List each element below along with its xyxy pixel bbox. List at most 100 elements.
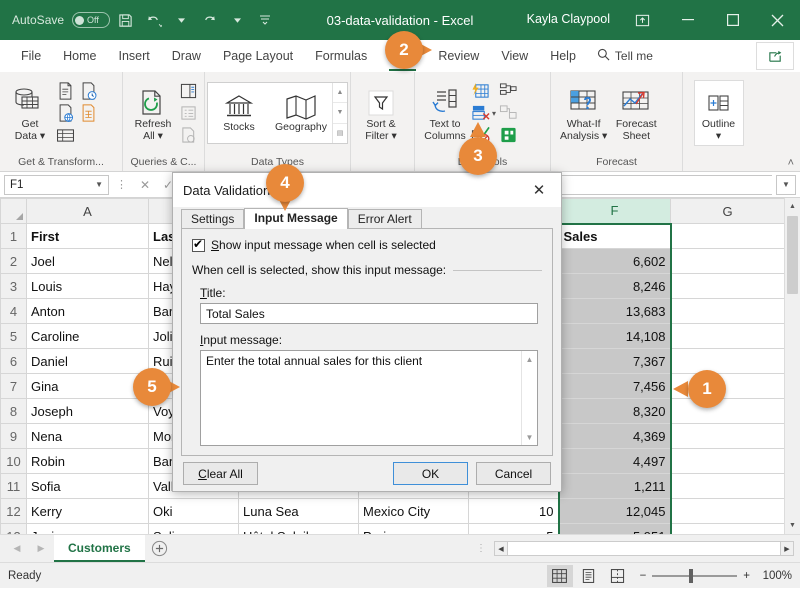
row-header-12[interactable]: 12 (1, 499, 27, 524)
clear-all-button[interactable]: Clear All (183, 462, 258, 485)
undo-icon[interactable] (140, 7, 166, 33)
row-header-9[interactable]: 9 (1, 424, 27, 449)
cell-F3[interactable]: 8,246 (559, 274, 671, 299)
redo-dropdown-icon[interactable] (224, 7, 250, 33)
tab-formulas[interactable]: Formulas (304, 40, 378, 72)
textarea-scroll-track[interactable] (522, 367, 537, 429)
page-break-preview-icon[interactable] (605, 565, 631, 587)
cell-A5[interactable]: Caroline (27, 324, 149, 349)
cell-E13[interactable]: 5 (469, 524, 559, 535)
cell-F5[interactable]: 14,108 (559, 324, 671, 349)
row-header-2[interactable]: 2 (1, 249, 27, 274)
input-message-textarea[interactable]: Enter the total annual sales for this cl… (200, 350, 538, 446)
zoom-level[interactable]: 100% (756, 570, 792, 582)
queries-connections-icon[interactable] (178, 81, 198, 101)
zoom-slider-knob[interactable] (689, 569, 693, 583)
row-header-10[interactable]: 10 (1, 449, 27, 474)
consolidate-icon[interactable] (498, 81, 518, 101)
cell-G9[interactable] (671, 424, 785, 449)
from-text-csv-icon[interactable] (55, 81, 75, 101)
from-web-icon[interactable] (55, 103, 75, 123)
outline-button[interactable]: Outline ▾ (694, 80, 744, 146)
horizontal-scrollbar[interactable]: ◀ ▶ (494, 541, 794, 556)
cell-D13[interactable]: Paris (359, 524, 469, 535)
cell-G10[interactable] (671, 449, 785, 474)
data-validation-dropdown[interactable]: ▾ (490, 109, 498, 118)
cell-F10[interactable]: 4,497 (559, 449, 671, 474)
cell-A10[interactable]: Robin (27, 449, 149, 474)
save-icon[interactable] (112, 7, 138, 33)
cell-F6[interactable]: 7,367 (559, 349, 671, 374)
remove-duplicates-icon[interactable] (470, 103, 490, 123)
tab-file[interactable]: File (10, 40, 52, 72)
tab-split-handle[interactable]: ⋮ (470, 543, 492, 554)
share-button[interactable] (756, 42, 794, 70)
cell-A9[interactable]: Nena (27, 424, 149, 449)
scroll-right-icon[interactable]: ▶ (780, 541, 794, 556)
cell-G13[interactable] (671, 524, 785, 535)
refresh-all-button[interactable]: Refresh All ▾ (128, 82, 178, 144)
tab-page-layout[interactable]: Page Layout (212, 40, 304, 72)
row-header-13[interactable]: 13 (1, 524, 27, 535)
show-input-message-checkbox[interactable] (192, 239, 205, 252)
get-data-button[interactable]: Get Data ▾ (5, 82, 55, 144)
row-header-7[interactable]: 7 (1, 374, 27, 399)
cell-G3[interactable] (671, 274, 785, 299)
vertical-scrollbar[interactable]: ▲ ▼ (784, 198, 800, 534)
normal-view-icon[interactable] (547, 565, 573, 587)
stocks-button[interactable]: Stocks (208, 83, 270, 143)
zoom-out-icon[interactable]: − (640, 570, 647, 582)
cell-A6[interactable]: Daniel (27, 349, 149, 374)
show-input-message-checkbox-row[interactable]: Show input message when cell is selected (192, 238, 542, 252)
gallery-scroll-up-icon[interactable]: ▲ (333, 83, 347, 102)
cell-C12[interactable]: Luna Sea (239, 499, 359, 524)
cell-A2[interactable]: Joel (27, 249, 149, 274)
expand-formula-bar-icon[interactable]: ▼ (776, 175, 796, 195)
flash-fill-icon[interactable] (470, 81, 490, 101)
tab-draw[interactable]: Draw (161, 40, 212, 72)
tab-help[interactable]: Help (539, 40, 587, 72)
cell-A8[interactable]: Joseph (27, 399, 149, 424)
cell-G2[interactable] (671, 249, 785, 274)
next-sheet-icon[interactable]: ▶ (30, 538, 52, 560)
tab-view[interactable]: View (490, 40, 539, 72)
forecast-sheet-button[interactable]: Forecast Sheet (611, 82, 661, 144)
cell-G5[interactable] (671, 324, 785, 349)
cancel-button[interactable]: Cancel (476, 462, 551, 485)
dialog-tab-settings[interactable]: Settings (181, 209, 244, 229)
zoom-control[interactable]: − + 100% (640, 570, 792, 582)
dialog-close-icon[interactable]: ✕ (517, 173, 561, 207)
column-header-g[interactable]: G (671, 199, 785, 224)
sheet-tab-customers[interactable]: Customers (54, 535, 145, 562)
cell-F8[interactable]: 8,320 (559, 399, 671, 424)
horizontal-scroll-track[interactable] (508, 541, 780, 556)
cell-F11[interactable]: 1,211 (559, 474, 671, 499)
textarea-scroll-down-icon[interactable]: ▼ (522, 429, 537, 445)
textarea-scrollbar[interactable]: ▲ ▼ (521, 351, 537, 445)
customize-qat-icon[interactable] (252, 7, 278, 33)
undo-dropdown-icon[interactable] (168, 7, 194, 33)
title-input[interactable]: Total Sales (200, 303, 538, 324)
row-header-6[interactable]: 6 (1, 349, 27, 374)
tab-insert[interactable]: Insert (108, 40, 161, 72)
cell-F13[interactable]: 5,951 (559, 524, 671, 535)
zoom-in-icon[interactable]: + (743, 570, 750, 582)
chevron-down-icon[interactable]: ▼ (95, 180, 103, 189)
cell-C13[interactable]: Hôtel Soleil (239, 524, 359, 535)
cell-D12[interactable]: Mexico City (359, 499, 469, 524)
cell-F9[interactable]: 4,369 (559, 424, 671, 449)
sort-filter-button[interactable]: Sort & Filter ▾ (356, 82, 406, 144)
recent-sources-icon[interactable] (78, 81, 98, 101)
row-header-5[interactable]: 5 (1, 324, 27, 349)
close-icon[interactable] (755, 0, 800, 40)
cell-A12[interactable]: Kerry (27, 499, 149, 524)
cell-G1[interactable] (671, 224, 785, 249)
scroll-up-icon[interactable]: ▲ (785, 198, 800, 215)
geography-button[interactable]: Geography (270, 83, 332, 143)
name-box[interactable]: F1 ▼ (4, 175, 109, 195)
cell-E12[interactable]: 10 (469, 499, 559, 524)
dialog-tab-error-alert[interactable]: Error Alert (348, 209, 422, 229)
cell-F1[interactable]: Sales (559, 224, 671, 249)
gallery-more-icon[interactable]: ▤ (333, 123, 347, 143)
cell-A13[interactable]: Javier (27, 524, 149, 535)
